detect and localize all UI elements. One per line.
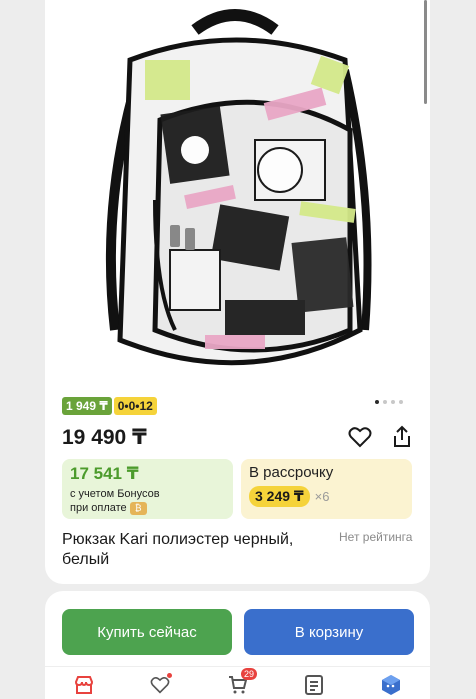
bonus-note-line1: с учетом Бонусов: [70, 488, 160, 500]
bottom-nav: 29: [45, 666, 430, 699]
bonus-price-card[interactable]: 17 541 ₸ с учетом Бонусов при оплате ₿: [62, 459, 233, 519]
cart-count-badge: 29: [241, 668, 258, 680]
heart-outline-icon: [150, 677, 170, 694]
installment-card[interactable]: В рассрочку 3 249 ₸ ×6: [241, 459, 412, 519]
share-icon: [394, 425, 410, 447]
carousel-dot-active[interactable]: [375, 400, 379, 404]
notification-dot: [167, 673, 172, 678]
buy-now-button[interactable]: Купить сейчас: [62, 609, 232, 655]
badge-installment: 0•0•12: [113, 397, 157, 415]
favorite-button[interactable]: [347, 424, 373, 450]
nav-home[interactable]: [73, 674, 95, 696]
nav-orders[interactable]: [303, 674, 325, 696]
installment-multiplier: ×6: [314, 489, 330, 504]
product-image[interactable]: [45, 0, 430, 395]
installment-title: В рассрочку: [249, 464, 334, 481]
bonus-price: 17 541 ₸: [70, 464, 139, 483]
add-to-cart-button[interactable]: В корзину: [244, 609, 414, 655]
badges: 1 949 ₸ 0•0•12: [62, 397, 157, 415]
nav-favorites[interactable]: [149, 673, 172, 696]
list-icon: [305, 675, 323, 695]
bonus-note-line2: при оплате: [70, 502, 127, 514]
carousel-dot[interactable]: [383, 400, 387, 404]
carousel-dot[interactable]: [391, 400, 395, 404]
product-name: Рюкзак Kari полиэстер черный, белый: [62, 531, 294, 568]
heart-icon: [348, 427, 372, 448]
nav-cart[interactable]: 29: [227, 668, 258, 696]
share-button[interactable]: [389, 424, 415, 450]
product-price: 19 490 ₸: [62, 426, 147, 449]
bonus-note: с учетом Бонусов при оплате ₿: [70, 487, 225, 515]
carousel-indicator: [375, 400, 403, 404]
carousel-dot[interactable]: [399, 400, 403, 404]
cube-avatar-icon: [382, 675, 400, 695]
badge-bonus: 1 949 ₸: [62, 397, 112, 415]
rating-status[interactable]: Нет рейтинга: [339, 530, 412, 544]
bonus-tag-icon: ₿: [129, 501, 147, 515]
shop-icon: [74, 676, 94, 694]
nav-profile[interactable]: [380, 674, 402, 696]
installment-amount: 3 249 ₸: [249, 486, 310, 507]
